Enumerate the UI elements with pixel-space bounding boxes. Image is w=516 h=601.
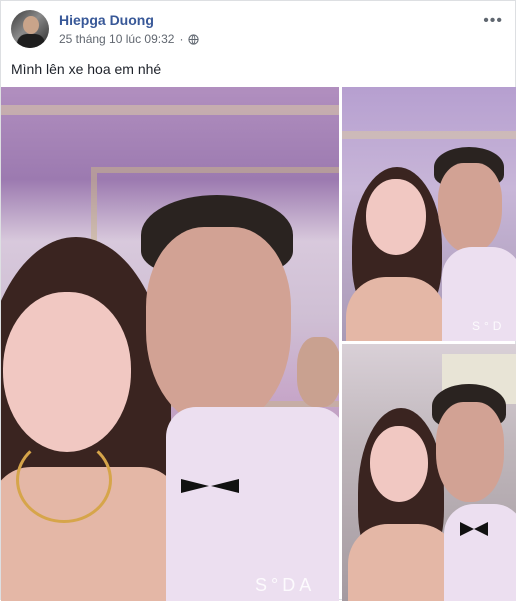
- facebook-post: Hiepga Duong 25 tháng 10 lúc 09:32 · •••…: [0, 0, 516, 601]
- globe-icon[interactable]: [188, 33, 200, 45]
- post-meta: 25 tháng 10 lúc 09:32 ·: [59, 32, 200, 46]
- man-face: [436, 402, 504, 502]
- bowtie: [181, 479, 209, 493]
- background-child: [297, 337, 339, 407]
- man-shirt: [444, 504, 516, 601]
- ceiling-trim: [1, 105, 339, 115]
- post-timestamp[interactable]: 25 tháng 10 lúc 09:32: [59, 32, 174, 46]
- photo-thumb-2[interactable]: [342, 344, 516, 601]
- avatar[interactable]: [11, 10, 49, 48]
- bowtie: [474, 522, 488, 536]
- man-face: [146, 227, 291, 427]
- girl-face: [370, 426, 428, 502]
- man-face: [438, 163, 502, 253]
- photo-main[interactable]: S°DA: [1, 87, 339, 601]
- bowtie: [211, 479, 239, 493]
- bowtie: [460, 522, 474, 536]
- man-shirt: [166, 407, 339, 601]
- photo-thumb-1[interactable]: S°D: [342, 87, 516, 341]
- photo-watermark: S°D: [472, 319, 506, 333]
- avatar-face: [23, 16, 39, 34]
- photo-watermark: S°DA: [255, 575, 316, 595]
- post-status-text: Mình lên xe hoa em nhé: [11, 61, 162, 77]
- avatar-body: [17, 34, 45, 48]
- ceiling-trim: [342, 131, 516, 139]
- girl-face: [3, 292, 131, 452]
- author-name[interactable]: Hiepga Duong: [59, 12, 154, 28]
- meta-separator: ·: [179, 32, 184, 46]
- girl-face: [366, 179, 426, 255]
- more-options-icon[interactable]: •••: [483, 12, 503, 30]
- necklace: [16, 437, 112, 523]
- girl-dress: [346, 277, 446, 341]
- girl-dress: [348, 524, 458, 601]
